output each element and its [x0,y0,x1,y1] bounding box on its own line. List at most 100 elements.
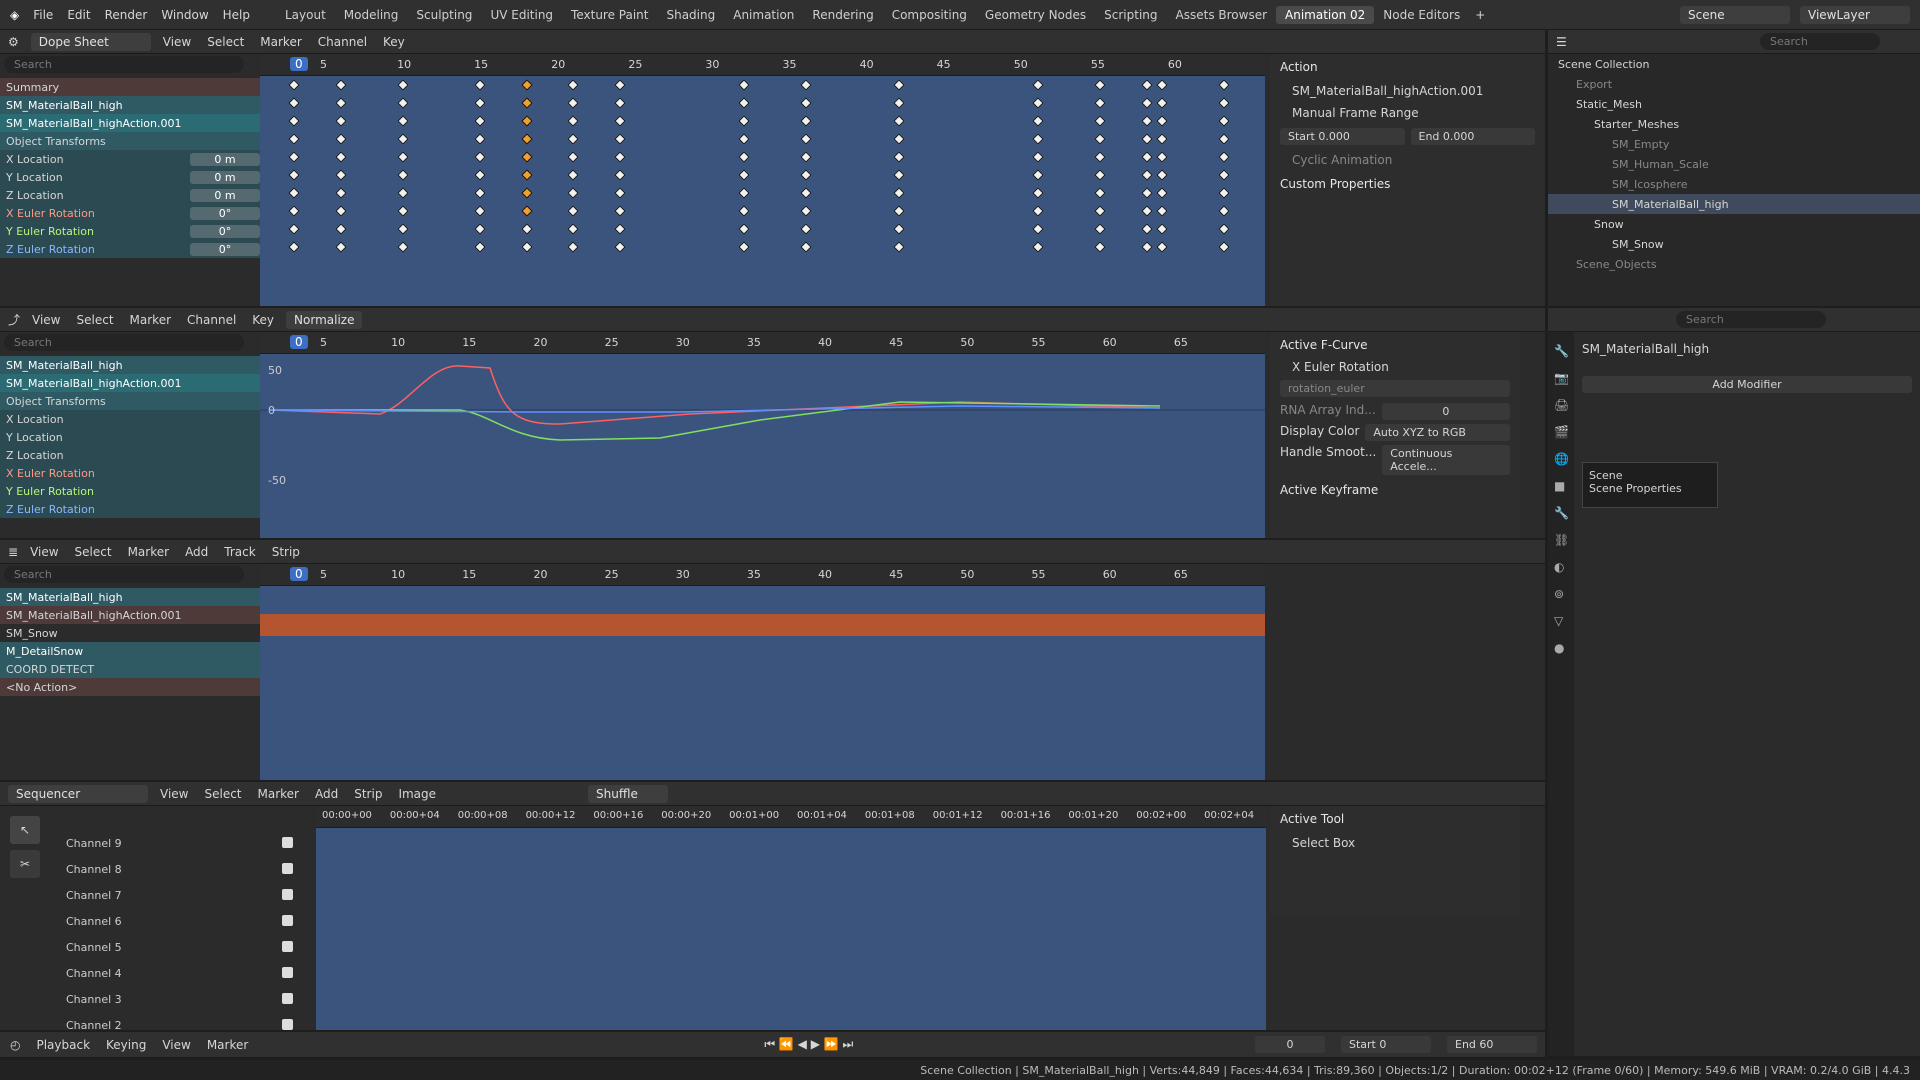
keyframe[interactable] [567,223,579,235]
menu-edit[interactable]: Edit [67,8,90,22]
keyframe[interactable] [799,79,812,91]
menu-window[interactable]: Window [161,8,208,22]
keyframe[interactable] [288,151,300,163]
keyframe[interactable] [799,133,812,145]
channel-value[interactable]: 0° [190,224,260,238]
sequencer-mode[interactable]: Sequencer [8,784,148,803]
keyframe[interactable] [613,241,626,253]
keyframe[interactable] [288,79,300,91]
add-workspace-icon[interactable]: + [1475,8,1485,22]
menu-view[interactable]: View [162,1038,190,1052]
keyframe[interactable] [474,205,486,217]
graph-search[interactable]: Search [4,334,244,351]
dopesheet-search[interactable]: Search [4,56,244,73]
channel-value[interactable]: 0 m [190,170,260,184]
graph-type-icon[interactable]: ⤴ [8,311,20,328]
keyframe[interactable] [799,205,812,217]
menu-marker[interactable]: Marker [207,1038,248,1052]
channel-mute-checkbox[interactable] [282,837,293,848]
keyframe[interactable] [613,133,626,145]
keyframe[interactable] [520,151,533,163]
workspace-tab[interactable]: Shading [657,6,724,24]
sequencer-channel[interactable]: Channel 9 [0,830,316,856]
keyframe[interactable] [1218,97,1230,109]
add-modifier-button[interactable]: Add Modifier [1582,376,1912,393]
workspace-tab[interactable]: Layout [276,6,335,24]
keyframe[interactable] [799,151,812,163]
keyframe[interactable] [737,133,750,145]
workspace-tab[interactable]: Animation 02 [1276,5,1375,24]
outliner-item[interactable]: SM_Empty [1548,134,1920,154]
keyframe[interactable] [737,79,750,91]
keyframe[interactable] [1032,205,1044,217]
timeline-type-icon[interactable]: ◴ [10,1038,20,1052]
keyframe[interactable] [396,97,409,109]
keyframe[interactable] [892,223,905,235]
cyclic-animation[interactable]: Cyclic Animation [1270,149,1545,171]
blender-logo-icon[interactable]: ◈ [10,8,19,22]
keyframe[interactable] [474,79,486,91]
channel-mute-checkbox[interactable] [282,993,293,1004]
keyframe[interactable] [737,241,750,253]
nla-ruler[interactable]: 0 5 10 15 20 25 30 35 40 45 50 55 60 65 [260,564,1265,586]
keyframe[interactable] [1094,133,1106,145]
keyframe[interactable] [1140,115,1153,127]
outliner-item[interactable]: Scene_Objects [1548,254,1920,274]
outliner-item[interactable]: Starter_Meshes [1548,114,1920,134]
workspace-tab[interactable]: Animation [724,6,803,24]
menu-add[interactable]: Add [315,787,338,801]
keyframe[interactable] [567,187,579,199]
keyframe[interactable] [334,241,347,253]
keyframe[interactable] [567,205,579,217]
keyframe[interactable] [1094,187,1106,199]
keyframe[interactable] [334,223,347,235]
channel-mute-checkbox[interactable] [282,889,293,900]
keyframe[interactable] [396,241,409,253]
nla-action-strip[interactable] [260,614,1265,636]
keyframe[interactable] [799,187,812,199]
keyframe[interactable] [1032,241,1044,253]
menu-marker[interactable]: Marker [130,313,171,327]
channel-row[interactable]: SM_MaterialBall_highAction.001 [0,114,260,132]
nla-search[interactable]: Search [4,566,244,583]
menu-view[interactable]: View [30,545,58,559]
channel-row[interactable]: Y Location 0 m [0,168,260,186]
keyframe[interactable] [334,133,347,145]
channel-mute-checkbox[interactable] [282,967,293,978]
outliner-item[interactable]: SM_Human_Scale [1548,154,1920,174]
keyframe[interactable] [737,223,750,235]
menu-marker[interactable]: Marker [128,545,169,559]
channel-row[interactable]: Z Location 0 m [0,186,260,204]
keyframe[interactable] [737,151,750,163]
keyframe[interactable] [613,97,626,109]
keyframe[interactable] [1032,151,1044,163]
keyframe[interactable] [288,223,300,235]
keyframe[interactable] [892,187,905,199]
keyframe[interactable] [799,223,812,235]
active-keyframe-title[interactable]: Active Keyframe [1270,477,1520,503]
keyframe[interactable] [1156,79,1168,91]
end-field[interactable]: End 0.000 [1410,128,1535,145]
menu-strip[interactable]: Strip [354,787,382,801]
channel-row[interactable]: Object Transforms [0,132,260,150]
keyframe[interactable] [288,241,300,253]
fcurve-plot[interactable]: 50 0 -50 [260,354,1265,538]
nla-type-icon[interactable]: ≣ [8,545,18,559]
outliner-type-icon[interactable]: ☰ [1556,35,1567,49]
keyframe[interactable] [1140,223,1153,235]
channel-row[interactable]: COORD DETECT [0,660,260,678]
outliner-item[interactable]: SM_Icosphere [1548,174,1920,194]
outliner-item[interactable]: Static_Mesh [1548,94,1920,114]
keyframe[interactable] [613,223,626,235]
workspace-tab[interactable]: Rendering [803,6,882,24]
keyframe[interactable] [613,187,626,199]
menu-view[interactable]: View [163,35,191,49]
keyframe[interactable] [737,187,750,199]
outliner-item[interactable]: SM_MaterialBall_high [1548,194,1920,214]
menu-track[interactable]: Track [224,545,255,559]
keyframe[interactable] [1094,115,1106,127]
keyframe[interactable] [799,115,812,127]
rna-index[interactable]: 0 [1381,403,1510,420]
keyframe[interactable] [520,223,533,235]
channel-row[interactable]: SM_MaterialBall_high [0,96,260,114]
